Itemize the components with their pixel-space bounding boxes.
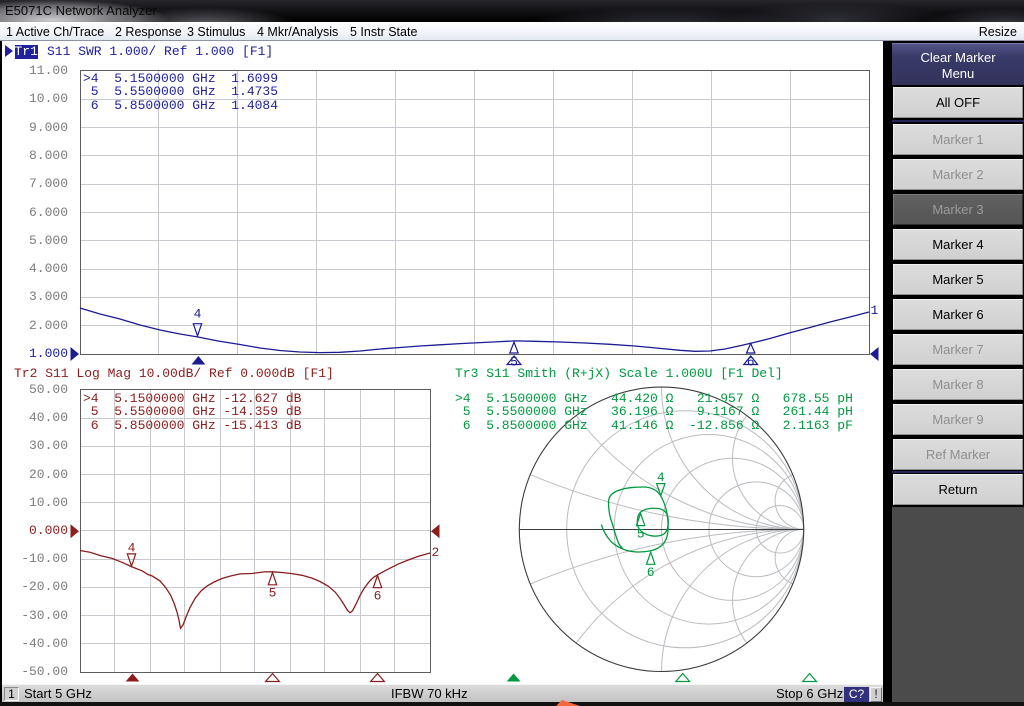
svg-text:4: 4 — [194, 307, 202, 322]
svg-text:4: 4 — [128, 541, 136, 556]
svg-text:6: 6 — [647, 565, 655, 580]
svg-text:4: 4 — [657, 470, 665, 485]
svg-text:5: 5 — [637, 527, 645, 542]
svg-text:1: 1 — [871, 303, 879, 318]
svg-text:6: 6 — [374, 589, 382, 604]
svg-text:5: 5 — [269, 586, 277, 601]
svg-text:2: 2 — [432, 545, 440, 560]
